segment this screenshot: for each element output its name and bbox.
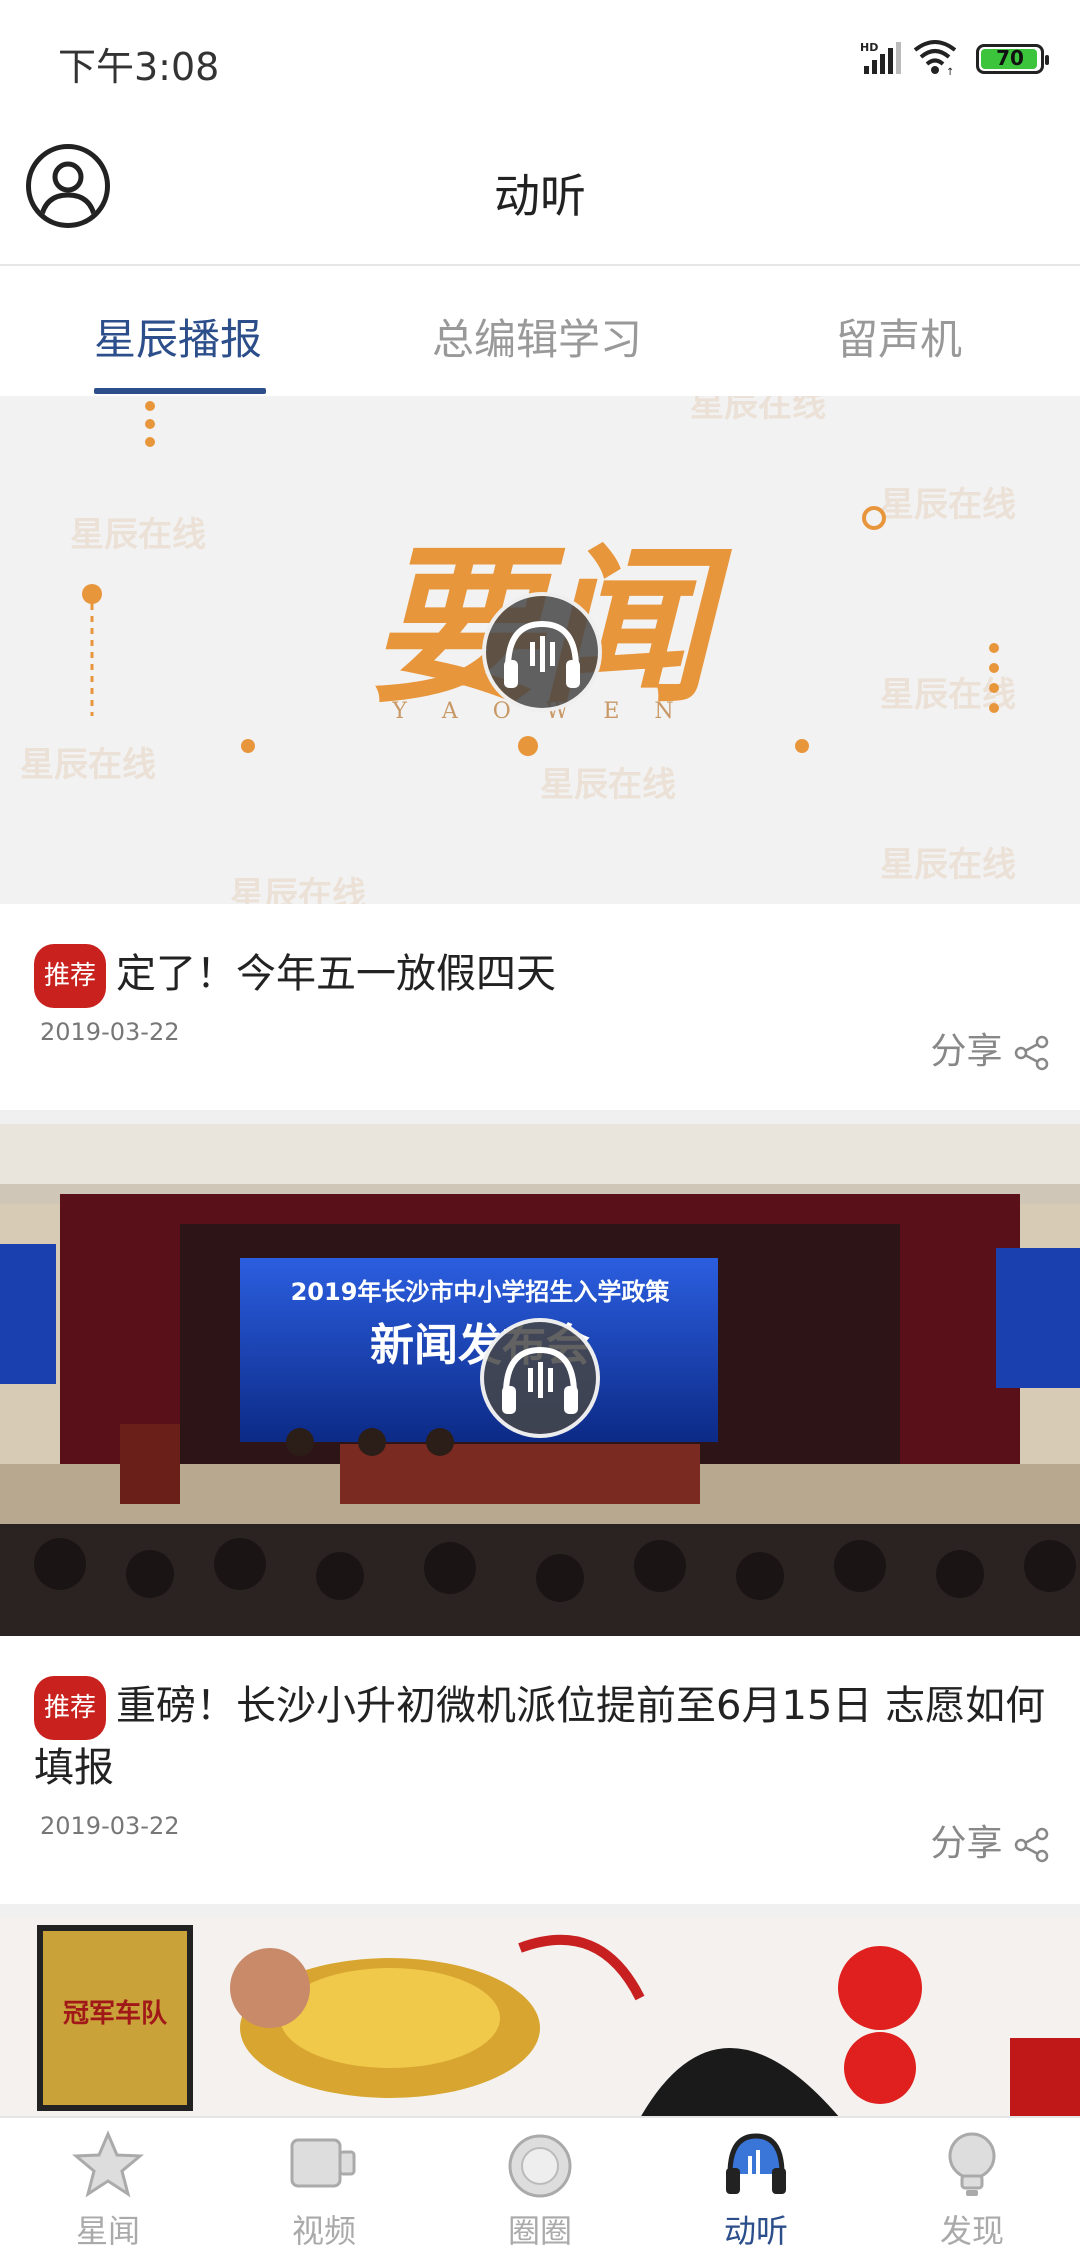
card-banner-image[interactable]: 冠军车队 <box>0 1918 1080 2116</box>
svg-text:星辰在线: 星辰在线 <box>880 845 1016 885</box>
trophy-photo: 冠军车队 <box>37 1925 1080 2116</box>
status-time: 下午3:08 <box>58 45 220 89</box>
recommend-badge: 推荐 <box>34 944 107 1008</box>
card-title[interactable]: 推荐 定了！今年五一放假四天 <box>34 944 1064 1008</box>
battery-indicator: 70 <box>976 44 1049 74</box>
tab-liushengji[interactable]: 留声机 <box>836 306 962 367</box>
bottom-navigation: 星闻 视频 圈圈 动听 发现 <box>0 2116 1080 2248</box>
card-date: 2019-03-22 <box>40 1018 180 1046</box>
svg-text:星辰在线: 星辰在线 <box>690 396 826 425</box>
share-button[interactable]: 分享 <box>931 1022 1050 1074</box>
tab-zongbianji-xuexi[interactable]: 总编辑学习 <box>432 306 642 367</box>
card-banner-image[interactable]: 星辰在线 星辰在线 星辰在线 星辰在线 星辰在线 星辰在线 星辰在线 星辰在线 <box>0 396 1080 904</box>
nav-item-shipin[interactable]: 视频 <box>216 2118 432 2248</box>
svg-text:星辰在线: 星辰在线 <box>540 765 676 805</box>
circle-icon <box>508 2134 572 2198</box>
nav-item-xingwen[interactable]: 星闻 <box>0 2118 216 2248</box>
page-title: 动听 <box>494 169 586 223</box>
headphones-play-icon[interactable] <box>480 1318 600 1438</box>
wifi-icon: ↑ <box>912 38 958 80</box>
status-bar: 下午3:08 HD ↑ 70 <box>0 0 1080 118</box>
news-card[interactable]: 2019年长沙市中小学招生入学政策 新闻发布会 推荐 重磅！长沙小升初微机派位提… <box>0 1124 1080 1904</box>
share-icon <box>1014 1827 1049 1863</box>
svg-text:↑: ↑ <box>946 67 954 76</box>
app-header: 动听 <box>0 118 1080 266</box>
video-icon <box>290 2138 356 2188</box>
news-card[interactable]: 星辰在线 星辰在线 星辰在线 星辰在线 星辰在线 星辰在线 星辰在线 星辰在线 <box>0 396 1080 1110</box>
card-banner-image[interactable]: 2019年长沙市中小学招生入学政策 新闻发布会 <box>0 1124 1080 1636</box>
card-title[interactable]: 推荐 重磅！长沙小升初微机派位提前至6月15日 志愿如何填报 <box>34 1676 1064 1796</box>
signal-icon: HD <box>860 40 904 80</box>
news-card[interactable]: 冠军车队 <box>0 1918 1080 2116</box>
active-tab-indicator <box>94 388 266 394</box>
svg-text:星辰在线: 星辰在线 <box>230 875 366 904</box>
svg-text:星辰在线: 星辰在线 <box>20 745 156 785</box>
share-button[interactable]: 分享 <box>931 1814 1050 1866</box>
category-tabs: 星辰播报 总编辑学习 留声机 <box>0 266 1080 396</box>
headphones-icon <box>726 2133 786 2194</box>
bulb-icon <box>948 2132 996 2196</box>
nav-item-faxian[interactable]: 发现 <box>864 2118 1080 2248</box>
svg-text:星辰在线: 星辰在线 <box>70 515 206 555</box>
nav-item-dongting[interactable]: 动听 <box>648 2118 864 2248</box>
headphones-play-icon[interactable] <box>482 592 602 712</box>
audio-feed[interactable]: 星辰在线 星辰在线 星辰在线 星辰在线 星辰在线 星辰在线 星辰在线 星辰在线 <box>0 396 1080 2116</box>
svg-text:2019年长沙市中小学招生入学政策: 2019年长沙市中小学招生入学政策 <box>291 1278 671 1306</box>
star-icon <box>72 2130 144 2198</box>
tab-xingchen-bobao[interactable]: 星辰播报 <box>94 306 262 367</box>
svg-text:冠军车队: 冠军车队 <box>63 1998 168 2029</box>
card-date: 2019-03-22 <box>40 1812 180 1840</box>
nav-item-quanquan[interactable]: 圈圈 <box>432 2118 648 2248</box>
battery-level: 70 <box>996 46 1024 70</box>
recommend-badge: 推荐 <box>34 1676 107 1740</box>
svg-text:HD: HD <box>860 41 878 54</box>
share-icon <box>1014 1035 1049 1071</box>
svg-text:星辰在线: 星辰在线 <box>880 485 1016 525</box>
